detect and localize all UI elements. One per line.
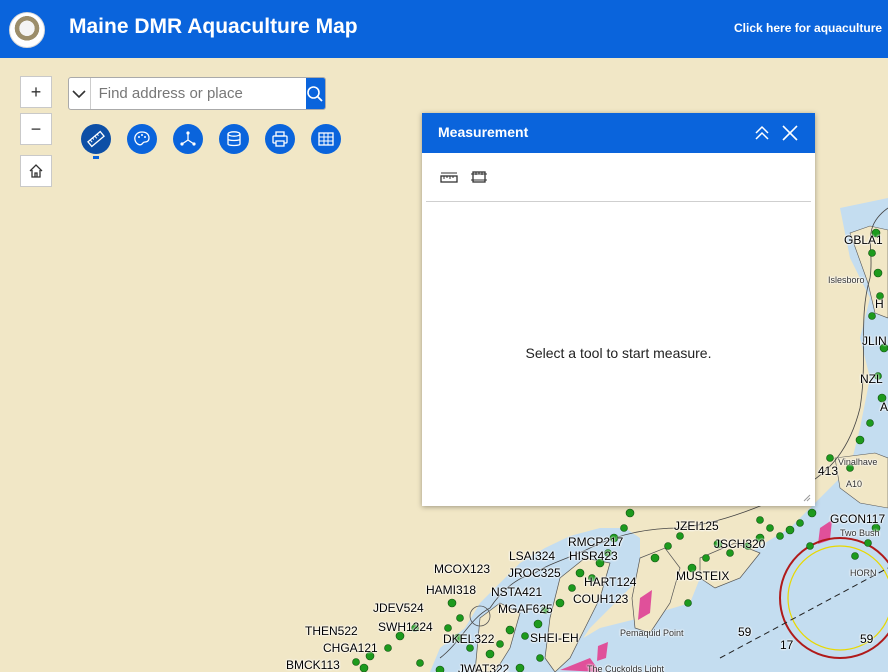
map-label: BMCK113 — [286, 658, 340, 672]
map-label: DKEL322 — [443, 632, 495, 646]
aquaculture-info-link[interactable]: Click here for aquaculture — [734, 21, 882, 35]
map-label: COUH123 — [573, 592, 629, 606]
maine-seal-logo — [9, 12, 45, 48]
app-title: Maine DMR Aquaculture Map — [69, 15, 358, 38]
map-label: H — [875, 297, 884, 311]
resize-handle-icon[interactable] — [801, 492, 811, 502]
palette-icon — [134, 131, 150, 146]
map-label: HORN — [850, 568, 877, 578]
home-button[interactable] — [20, 155, 52, 187]
layer-list-button[interactable] — [219, 124, 249, 154]
distance-measure-icon[interactable] — [440, 169, 458, 185]
map-label: NZL — [860, 372, 883, 386]
collapse-icon[interactable] — [751, 122, 773, 144]
close-icon[interactable] — [779, 122, 801, 144]
map-label: THEN522 — [305, 624, 358, 638]
map-label: A — [880, 400, 888, 414]
map-label: LSAI324 — [509, 549, 556, 563]
map-label: GCON117 — [830, 512, 886, 526]
panel-title: Measurement — [438, 124, 529, 140]
search-button[interactable] — [305, 78, 325, 109]
map-label: MUSTEIX — [676, 569, 730, 583]
map-label: HISR423 — [569, 549, 618, 563]
measurement-panel: Measurement Select a tool to start measu… — [422, 113, 815, 506]
table-icon — [318, 132, 334, 146]
map-label: The Cuckolds Light — [587, 664, 665, 672]
map-label: 59 — [738, 625, 752, 639]
panel-header: Measurement — [422, 113, 815, 153]
map-label: CHGA121 — [323, 641, 378, 655]
map-label: 17 — [780, 638, 794, 652]
map-label: JDEV524 — [373, 601, 424, 615]
app-header: Maine DMR Aquaculture Map Click here for… — [0, 0, 888, 58]
map-label: RMCP217 — [568, 535, 624, 549]
map-label: MGAF625 — [498, 602, 553, 616]
map-label: A10 — [846, 479, 863, 489]
ruler-icon — [87, 130, 105, 148]
map-label: JWAT322 — [458, 662, 510, 672]
home-icon — [29, 164, 43, 178]
printer-icon — [272, 131, 288, 147]
active-tool-indicator — [93, 156, 99, 159]
map-label: MCOX123 — [434, 562, 491, 576]
measurement-tool-button[interactable] — [81, 124, 111, 154]
zoom-out-button[interactable]: − — [20, 113, 52, 145]
map-label: NSTA421 — [491, 585, 543, 599]
map-label: SHEI-EH — [530, 631, 579, 645]
map-label: Vinalhave — [838, 457, 878, 467]
map-label: JZEI125 — [674, 519, 719, 533]
map-label: Islesboro — [828, 275, 865, 285]
analysis-tool-button[interactable] — [173, 124, 203, 154]
map-label: Two Bush — [840, 528, 880, 538]
attribute-table-button[interactable] — [311, 124, 341, 154]
print-button[interactable] — [265, 124, 295, 154]
measure-tool-bar — [426, 153, 811, 202]
map-label: JSCH320 — [714, 537, 766, 551]
measure-instruction-text: Select a tool to start measure. — [525, 345, 712, 361]
map-label: Pemaquid Point — [620, 628, 684, 638]
area-measure-icon[interactable] — [470, 169, 488, 185]
map-label: 59 — [860, 632, 874, 646]
map-label: HAMI318 — [426, 583, 477, 597]
chevron-down-icon — [72, 89, 86, 98]
search-widget — [68, 77, 326, 110]
zoom-in-button[interactable]: + — [20, 76, 52, 108]
basemap-gallery-button[interactable] — [127, 124, 157, 154]
map-label: HART124 — [584, 575, 637, 589]
map-label: JLIN — [862, 334, 887, 348]
search-source-dropdown[interactable] — [69, 78, 91, 109]
database-icon — [227, 131, 241, 147]
map-label: SWH1224 — [378, 620, 433, 634]
map-label: GBLA1 — [844, 233, 883, 247]
map-label: 413 — [818, 464, 839, 478]
search-icon — [307, 85, 323, 102]
map-label: JROC325 — [508, 566, 561, 580]
search-input[interactable] — [90, 78, 306, 109]
share-network-icon — [180, 131, 196, 146]
